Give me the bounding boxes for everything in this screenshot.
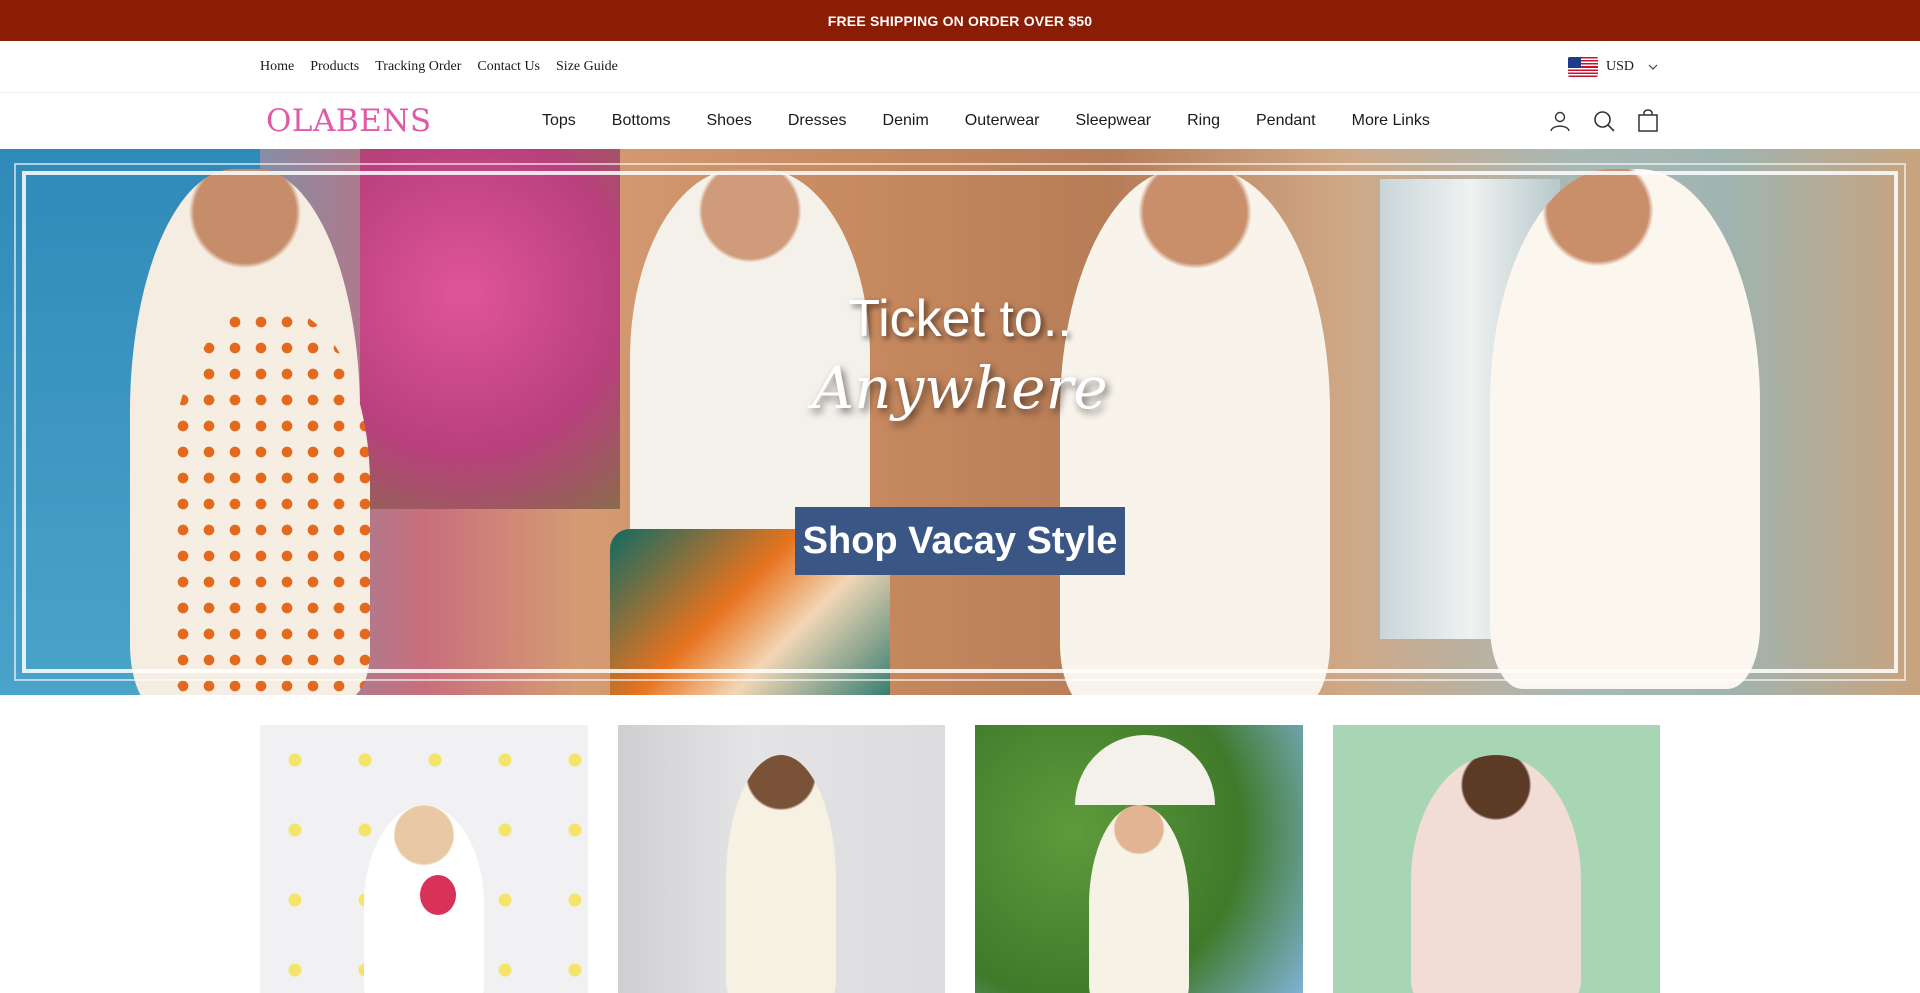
us-flag-icon bbox=[1567, 57, 1598, 77]
menu-item-shoes[interactable]: Shoes bbox=[706, 112, 751, 130]
main-header: OLABENS Tops Bottoms Shoes Dresses Denim… bbox=[0, 93, 1920, 149]
utility-link-products[interactable]: Products bbox=[310, 59, 359, 75]
flower-bouquet-icon bbox=[420, 875, 456, 915]
main-menu: Tops Bottoms Shoes Dresses Denim Outerwe… bbox=[542, 93, 1430, 149]
utility-link-home[interactable]: Home bbox=[260, 59, 294, 75]
menu-item-more-links[interactable]: More Links bbox=[1352, 112, 1430, 130]
utility-link-tracking-order[interactable]: Tracking Order bbox=[375, 59, 461, 75]
announcement-text: FREE SHIPPING ON ORDER OVER $50 bbox=[827, 12, 1093, 29]
currency-code: USD bbox=[1605, 59, 1634, 74]
utility-link-size-guide[interactable]: Size Guide bbox=[556, 59, 618, 75]
utility-link-contact-us[interactable]: Contact Us bbox=[477, 59, 540, 75]
menu-item-tops[interactable]: Tops bbox=[542, 112, 576, 130]
menu-item-bottoms[interactable]: Bottoms bbox=[612, 112, 671, 130]
utility-links: Home Products Tracking Order Contact Us … bbox=[260, 41, 618, 93]
cart-icon[interactable] bbox=[1636, 109, 1660, 133]
site-logo[interactable]: OLABENS bbox=[266, 93, 432, 149]
menu-item-pendant[interactable]: Pendant bbox=[1256, 112, 1316, 130]
hero-title-line1: Ticket to.. bbox=[848, 290, 1072, 348]
product-image-3 bbox=[1088, 805, 1189, 993]
product-card-3[interactable] bbox=[975, 725, 1303, 993]
product-image-4 bbox=[1411, 755, 1582, 993]
account-icon[interactable] bbox=[1548, 109, 1572, 133]
utility-bar: Home Products Tracking Order Contact Us … bbox=[0, 41, 1920, 93]
currency-selector[interactable]: USD bbox=[1567, 41, 1658, 93]
product-image-2 bbox=[726, 755, 837, 993]
product-card-4[interactable] bbox=[1332, 725, 1660, 993]
hero-title-line2: Anywhere bbox=[812, 354, 1108, 422]
menu-item-outerwear[interactable]: Outerwear bbox=[965, 112, 1040, 130]
announcement-bar: FREE SHIPPING ON ORDER OVER $50 bbox=[0, 0, 1920, 41]
search-icon[interactable] bbox=[1592, 109, 1616, 133]
product-card-2[interactable] bbox=[617, 725, 945, 993]
menu-item-dresses[interactable]: Dresses bbox=[788, 112, 847, 130]
menu-item-sleepwear[interactable]: Sleepwear bbox=[1075, 112, 1151, 130]
header-icons bbox=[1548, 93, 1660, 149]
menu-item-ring[interactable]: Ring bbox=[1187, 112, 1220, 130]
hero-banner[interactable]: Ticket to.. Anywhere Shop Vacay Style bbox=[0, 149, 1920, 695]
shop-vacay-style-button[interactable]: Shop Vacay Style bbox=[795, 507, 1125, 575]
product-grid bbox=[260, 725, 1660, 993]
hero-frame bbox=[14, 163, 1906, 681]
product-card-1[interactable] bbox=[260, 725, 588, 993]
menu-item-denim[interactable]: Denim bbox=[883, 112, 929, 130]
chevron-down-icon bbox=[1648, 62, 1658, 73]
parasol-icon bbox=[1075, 735, 1215, 805]
